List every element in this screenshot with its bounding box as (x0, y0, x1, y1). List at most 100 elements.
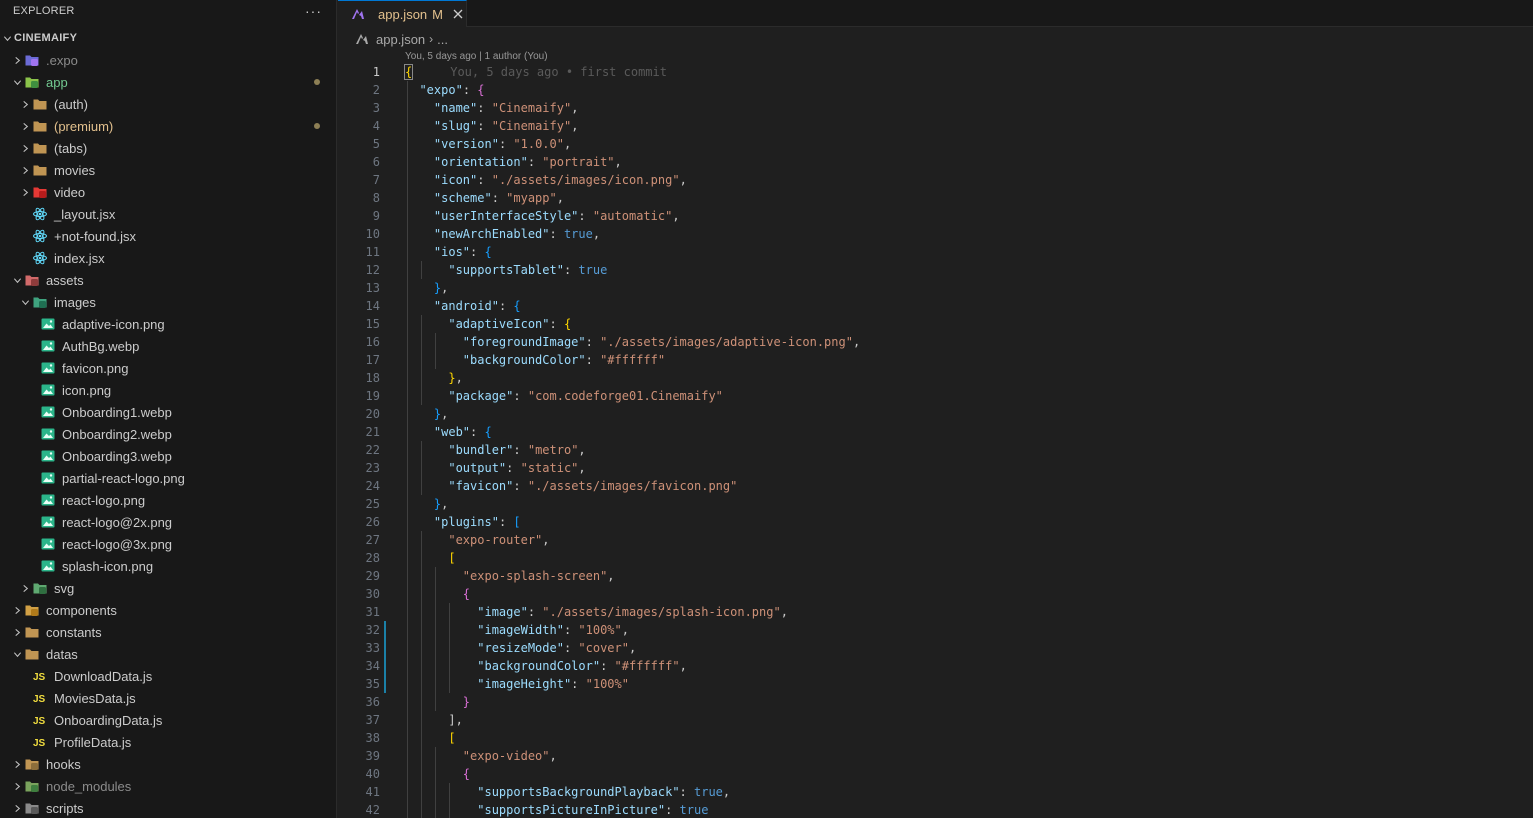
tree-file[interactable]: icon.png (0, 379, 336, 401)
codelens-blame[interactable]: You, 5 days ago | 1 author (You) (405, 51, 548, 62)
tree-folder[interactable]: constants (0, 621, 336, 643)
tree-folder[interactable]: app (0, 71, 336, 93)
code-line[interactable]: 26 "plugins": [ (338, 513, 1533, 531)
code-line[interactable]: 42 "supportsPictureInPicture": true (338, 801, 1533, 818)
code-line[interactable]: 9 "userInterfaceStyle": "automatic", (338, 207, 1533, 225)
tree-folder[interactable]: images (0, 291, 336, 313)
code-line[interactable]: 19 "package": "com.codeforge01.Cinemaify… (338, 387, 1533, 405)
chevron-down-icon[interactable] (0, 27, 14, 49)
tree-folder[interactable]: components (0, 599, 336, 621)
code-line[interactable]: 18 }, (338, 369, 1533, 387)
tree-file[interactable]: Onboarding2.webp (0, 423, 336, 445)
tree-folder[interactable]: (auth) (0, 93, 336, 115)
tree-file[interactable]: JS DownloadData.js (0, 665, 336, 687)
code-line[interactable]: 20 }, (338, 405, 1533, 423)
code-line[interactable]: 41 "supportsBackgroundPlayback": true, (338, 783, 1533, 801)
code-line[interactable]: 36 } (338, 693, 1533, 711)
code-line[interactable]: 6 "orientation": "portrait", (338, 153, 1533, 171)
chevron-right-icon[interactable] (18, 115, 32, 137)
code-line[interactable]: 37 ], (338, 711, 1533, 729)
code-line[interactable]: 40 { (338, 765, 1533, 783)
tree-file[interactable]: JS ProfileData.js (0, 731, 336, 753)
tree-folder[interactable]: scripts (0, 797, 336, 818)
chevron-right-icon[interactable] (18, 137, 32, 159)
chevron-right-icon[interactable] (18, 159, 32, 181)
chevron-right-icon[interactable] (10, 753, 24, 775)
code-line[interactable]: 4 "slug": "Cinemaify", (338, 117, 1533, 135)
chevron-right-icon[interactable] (10, 775, 24, 797)
code-line[interactable]: 5 "version": "1.0.0", (338, 135, 1533, 153)
tree-file[interactable]: JS OnboardingData.js (0, 709, 336, 731)
code-line[interactable]: 28 [ (338, 549, 1533, 567)
tree-file[interactable]: Onboarding1.webp (0, 401, 336, 423)
code-line[interactable]: 7 "icon": "./assets/images/icon.png", (338, 171, 1533, 189)
code-line[interactable]: 38 [ (338, 729, 1533, 747)
chevron-right-icon[interactable] (18, 577, 32, 599)
code-line[interactable]: 1 {You, 5 days ago • first commit (338, 63, 1533, 81)
code-line[interactable]: 25 }, (338, 495, 1533, 513)
chevron-right-icon[interactable] (10, 797, 24, 818)
code-editor[interactable]: 1{You, 5 days ago • first commit 2 "expo"… (338, 63, 1533, 818)
chevron-right-icon[interactable] (18, 93, 32, 115)
code-line[interactable]: 34 "backgroundColor": "#ffffff", (338, 657, 1533, 675)
tree-folder[interactable]: (premium) (0, 115, 336, 137)
tree-folder[interactable]: assets (0, 269, 336, 291)
tree-file[interactable]: partial-react-logo.png (0, 467, 336, 489)
code-line[interactable]: 32 "imageWidth": "100%", (338, 621, 1533, 639)
code-line[interactable]: 2 "expo": { (338, 81, 1533, 99)
code-line[interactable]: 31 "image": "./assets/images/splash-icon… (338, 603, 1533, 621)
code-line[interactable]: 39 "expo-video", (338, 747, 1533, 765)
git-modified-gutter-marker[interactable] (384, 621, 386, 693)
tree-file[interactable]: JS MoviesData.js (0, 687, 336, 709)
code-line[interactable]: 17 "backgroundColor": "#ffffff" (338, 351, 1533, 369)
code-line[interactable]: 3 "name": "Cinemaify", (338, 99, 1533, 117)
tree-folder[interactable]: hooks (0, 753, 336, 775)
tree-file[interactable]: index.jsx (0, 247, 336, 269)
tree-file[interactable]: Onboarding3.webp (0, 445, 336, 467)
chevron-down-icon[interactable] (10, 269, 24, 291)
code-line[interactable]: 12 "supportsTablet": true (338, 261, 1533, 279)
breadcrumb-symbol[interactable]: ... (437, 32, 448, 47)
chevron-down-icon[interactable] (18, 291, 32, 313)
code-line[interactable]: 15 "adaptiveIcon": { (338, 315, 1533, 333)
chevron-right-icon[interactable] (10, 599, 24, 621)
code-line[interactable]: 30 { (338, 585, 1533, 603)
tree-folder[interactable]: video (0, 181, 336, 203)
tree-file[interactable]: AuthBg.webp (0, 335, 336, 357)
chevron-right-icon[interactable] (10, 621, 24, 643)
code-line[interactable]: 35 "imageHeight": "100%" (338, 675, 1533, 693)
breadcrumb-file[interactable]: app.json (376, 32, 425, 47)
chevron-right-icon[interactable] (10, 49, 24, 71)
code-line[interactable]: 27 "expo-router", (338, 531, 1533, 549)
close-icon[interactable] (451, 7, 465, 21)
code-line[interactable]: 33 "resizeMode": "cover", (338, 639, 1533, 657)
code-line[interactable]: 21 "web": { (338, 423, 1533, 441)
code-line[interactable]: 14 "android": { (338, 297, 1533, 315)
chevron-down-icon[interactable] (10, 643, 24, 665)
more-actions-icon[interactable]: ··· (305, 4, 322, 18)
tree-file[interactable]: splash-icon.png (0, 555, 336, 577)
explorer-root-folder[interactable]: CINEMAIFY (0, 27, 336, 49)
code-line[interactable]: 23 "output": "static", (338, 459, 1533, 477)
tree-file[interactable]: adaptive-icon.png (0, 313, 336, 335)
code-line[interactable]: 11 "ios": { (338, 243, 1533, 261)
chevron-right-icon[interactable] (18, 181, 32, 203)
tree-file[interactable]: +not-found.jsx (0, 225, 336, 247)
tree-folder[interactable]: .expo (0, 49, 336, 71)
tree-file[interactable]: favicon.png (0, 357, 336, 379)
tree-file[interactable]: react-logo@2x.png (0, 511, 336, 533)
tab-app-json[interactable]: app.json M (338, 0, 467, 27)
tree-file[interactable]: react-logo@3x.png (0, 533, 336, 555)
tree-file[interactable]: _layout.jsx (0, 203, 336, 225)
code-line[interactable]: 8 "scheme": "myapp", (338, 189, 1533, 207)
code-line[interactable]: 24 "favicon": "./assets/images/favicon.p… (338, 477, 1533, 495)
tree-folder[interactable]: datas (0, 643, 336, 665)
tree-folder[interactable]: node_modules (0, 775, 336, 797)
tree-folder[interactable]: svg (0, 577, 336, 599)
code-line[interactable]: 29 "expo-splash-screen", (338, 567, 1533, 585)
tree-folder[interactable]: (tabs) (0, 137, 336, 159)
code-line[interactable]: 22 "bundler": "metro", (338, 441, 1533, 459)
chevron-down-icon[interactable] (10, 71, 24, 93)
code-line[interactable]: 16 "foregroundImage": "./assets/images/a… (338, 333, 1533, 351)
tree-folder[interactable]: movies (0, 159, 336, 181)
